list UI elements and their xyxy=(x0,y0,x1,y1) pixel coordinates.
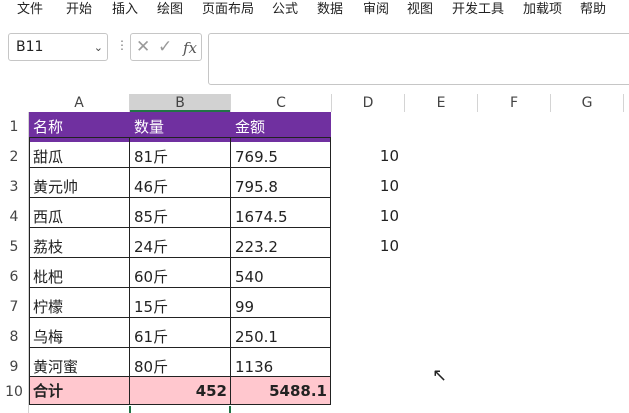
table-border xyxy=(330,137,331,405)
cell-d2[interactable]: 10 xyxy=(333,147,399,165)
row-header[interactable]: 3 xyxy=(0,179,28,195)
name-box-value: B11 xyxy=(16,39,44,55)
tab-data[interactable]: 数据 xyxy=(317,1,343,18)
table-border xyxy=(29,137,331,138)
tab-view[interactable]: 视图 xyxy=(407,1,433,18)
formula-input[interactable] xyxy=(208,33,629,85)
row-header[interactable]: 1 xyxy=(0,119,28,135)
tab-help[interactable]: 帮助 xyxy=(580,1,606,18)
column-divider xyxy=(331,94,332,112)
column-header-b[interactable]: B xyxy=(130,94,230,112)
row-header[interactable]: 4 xyxy=(0,209,28,225)
cell-d5[interactable]: 10 xyxy=(333,237,399,255)
column-divider xyxy=(404,94,405,112)
tab-draw[interactable]: 绘图 xyxy=(157,1,183,18)
tab-review[interactable]: 审阅 xyxy=(363,1,389,18)
tab-file[interactable]: 文件 xyxy=(17,1,43,18)
column-divider xyxy=(230,94,231,112)
row-header[interactable]: 8 xyxy=(0,329,28,345)
column-divider xyxy=(550,94,551,112)
table-border xyxy=(129,137,130,405)
table-border xyxy=(29,167,331,168)
row-header[interactable]: 6 xyxy=(0,269,28,285)
column-divider xyxy=(477,94,478,112)
total-amount-cell[interactable]: 5488.1 xyxy=(231,377,331,405)
table-border xyxy=(29,347,331,348)
row-header[interactable]: 2 xyxy=(0,149,28,165)
insert-function-icon[interactable]: fx xyxy=(183,39,197,57)
column-header-g[interactable]: G xyxy=(551,94,623,112)
tab-developer[interactable]: 开发工具 xyxy=(452,1,504,18)
name-box[interactable]: B11 ⌄ xyxy=(8,33,108,61)
tab-page-layout[interactable]: 页面布局 xyxy=(202,1,254,18)
ribbon-menu: 文件 开始 插入 绘图 页面布局 公式 数据 审阅 视图 开发工具 加载项 帮助 xyxy=(0,0,629,21)
table-border xyxy=(29,227,331,228)
tab-formulas[interactable]: 公式 xyxy=(272,1,298,18)
column-header-f[interactable]: F xyxy=(478,94,550,112)
row-header[interactable]: 9 xyxy=(0,359,28,375)
column-header-d[interactable]: D xyxy=(332,94,404,112)
total-quantity-cell[interactable]: 452 xyxy=(130,377,231,405)
tab-insert[interactable]: 插入 xyxy=(112,1,138,18)
column-divider xyxy=(623,94,624,112)
active-cell-selection[interactable] xyxy=(129,406,231,413)
row-header[interactable]: 7 xyxy=(0,299,28,315)
table-border xyxy=(29,287,331,288)
cancel-icon[interactable]: ✕ xyxy=(136,37,150,57)
row-header[interactable]: 10 xyxy=(0,384,28,400)
table-border xyxy=(29,137,30,405)
table-border xyxy=(29,197,331,198)
column-header-a[interactable]: A xyxy=(29,94,129,112)
table-border xyxy=(29,404,331,405)
tab-home[interactable]: 开始 xyxy=(66,1,92,18)
chevron-down-icon[interactable]: ⌄ xyxy=(94,41,103,54)
cell-d4[interactable]: 10 xyxy=(333,207,399,225)
mouse-pointer-icon: ↖ xyxy=(432,365,448,386)
total-label-cell[interactable]: 合计 xyxy=(29,377,130,405)
column-divider xyxy=(129,94,130,112)
tab-addins[interactable]: 加载项 xyxy=(523,1,562,18)
cell-d3[interactable]: 10 xyxy=(333,177,399,195)
table-border xyxy=(230,137,231,405)
table-border xyxy=(29,257,331,258)
formula-buttons: ✕ ✓ fx xyxy=(130,33,202,61)
table-border xyxy=(29,376,331,377)
more-options-icon[interactable]: ⋮ xyxy=(116,38,128,52)
column-header-c[interactable]: C xyxy=(231,94,331,112)
table-border xyxy=(29,317,331,318)
row-header[interactable]: 5 xyxy=(0,239,28,255)
column-header-e[interactable]: E xyxy=(405,94,477,112)
confirm-icon[interactable]: ✓ xyxy=(158,37,172,57)
